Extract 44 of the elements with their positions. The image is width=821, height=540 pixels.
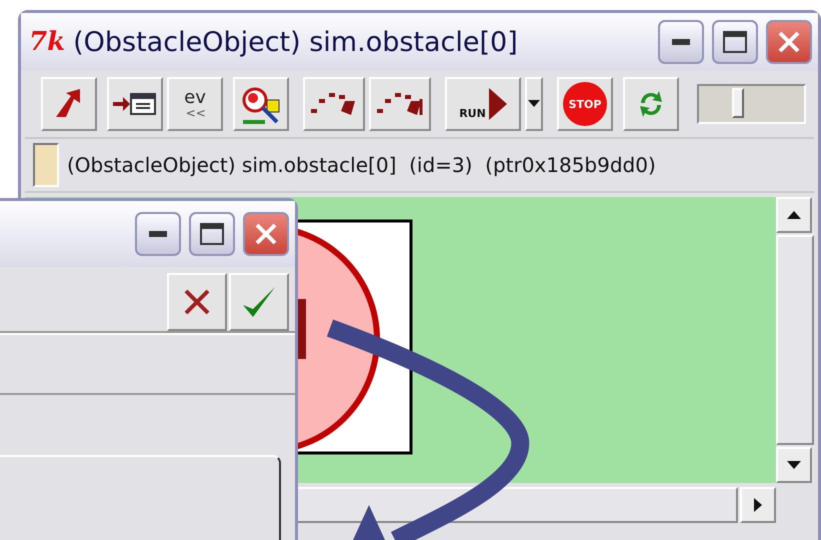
close-button[interactable]: [766, 20, 812, 64]
minimize-icon: [672, 39, 690, 45]
vertical-scrollbar[interactable]: [776, 197, 814, 483]
slider-thumb[interactable]: [732, 88, 744, 118]
app-logo: 7k: [29, 27, 66, 57]
step-button[interactable]: [303, 77, 365, 131]
scroll-right-button[interactable]: [740, 487, 776, 523]
stop-button[interactable]: STOP: [557, 77, 613, 131]
minimize-icon: [149, 231, 167, 237]
cross-icon: [182, 287, 212, 317]
minimize-button[interactable]: [658, 20, 704, 64]
window-title: (ObstacleObject) sim.obstacle[0]: [73, 26, 519, 58]
play-icon: [486, 88, 507, 120]
dropdown-button[interactable]: [525, 77, 543, 131]
close-icon: [254, 222, 278, 246]
right-triangle-icon: [754, 498, 762, 512]
confirm-button[interactable]: [229, 273, 289, 331]
scroll-up-button[interactable]: [776, 197, 812, 233]
maximize-icon: [723, 31, 747, 53]
minimize-button[interactable]: [135, 212, 181, 256]
maximize-icon: [200, 223, 224, 245]
step-over-button[interactable]: [369, 77, 431, 131]
close-button[interactable]: [243, 212, 289, 256]
refresh-icon: [637, 89, 665, 119]
up-triangle-icon: [787, 211, 801, 219]
inspect-button[interactable]: [233, 77, 289, 131]
object-info: (ObstacleObject) sim.obstacle[0] (id=3) (ptr0x185b9dd0): [67, 153, 656, 177]
run-button[interactable]: RUN: [445, 77, 521, 131]
arrow-into-window-icon: [113, 92, 157, 116]
maximize-button[interactable]: [712, 20, 758, 64]
step-arrow-icon: [375, 91, 425, 117]
up-button[interactable]: [41, 77, 97, 131]
cancel-button[interactable]: [167, 273, 227, 331]
close-icon: [777, 30, 801, 54]
color-swatch: [33, 143, 59, 187]
maximize-button[interactable]: [189, 212, 235, 256]
speed-slider[interactable]: [697, 84, 806, 124]
input-field[interactable]: [0, 455, 281, 540]
caret-icon: [528, 100, 540, 108]
event-button[interactable]: ev <<: [167, 77, 223, 131]
scroll-down-button[interactable]: [776, 447, 812, 483]
down-triangle-icon: [787, 461, 801, 469]
step-into-button[interactable]: [107, 77, 163, 131]
refresh-button[interactable]: [623, 77, 679, 131]
